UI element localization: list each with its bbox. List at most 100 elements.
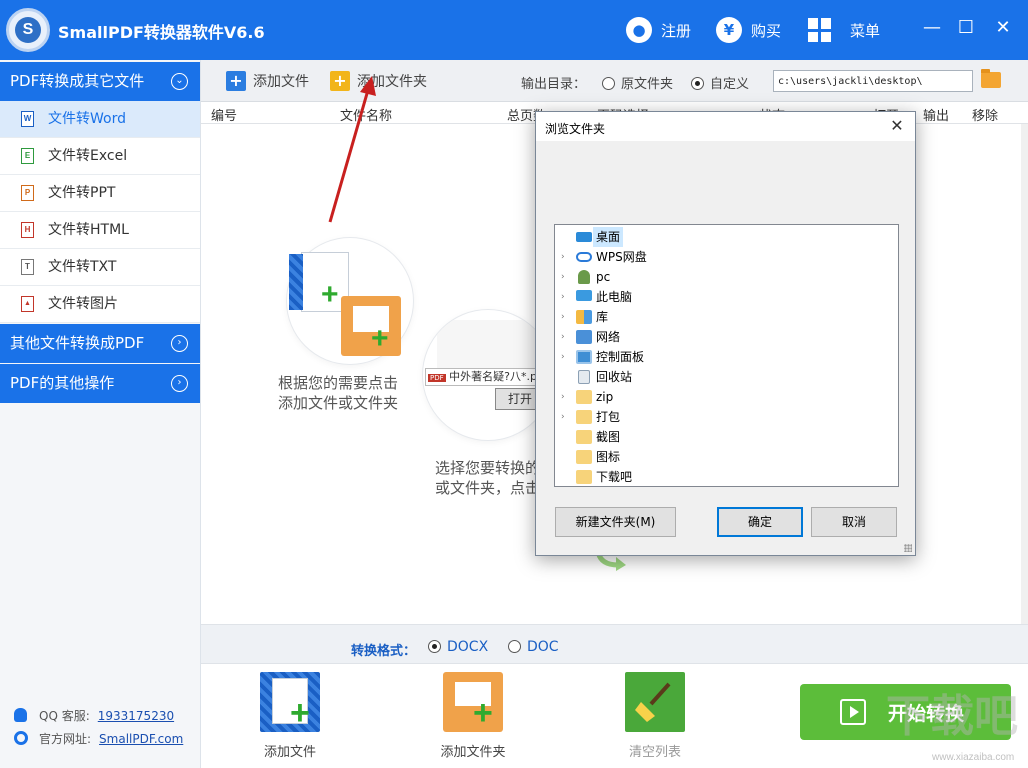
qq-number-link[interactable]: 1933175230 bbox=[98, 709, 174, 723]
tree-item-pack[interactable]: › 打包 bbox=[555, 407, 898, 427]
format-option-label: DOCX bbox=[447, 639, 489, 655]
ok-button[interactable]: 确定 bbox=[717, 507, 803, 537]
sidebar-item-to-txt[interactable]: T 文件转TXT bbox=[0, 249, 200, 286]
section-label: PDF的其他操作 bbox=[10, 374, 115, 392]
tree-item-library[interactable]: › 库 bbox=[555, 307, 898, 327]
dialog-title: 浏览文件夹 bbox=[545, 122, 606, 136]
add-file-label: 添加文件 bbox=[253, 74, 309, 90]
output-path-input[interactable] bbox=[773, 70, 973, 92]
cancel-button[interactable]: 取消 bbox=[811, 507, 897, 537]
dialog-body: 桌面 › WPS网盘 › pc › 此电脑 › 库 › 网络 › 控制面板 回收… bbox=[536, 141, 915, 555]
tree-item-zip[interactable]: › zip bbox=[555, 387, 898, 407]
desktop-icon bbox=[576, 232, 592, 242]
expand-arrow-icon: › bbox=[561, 252, 565, 262]
clear-list-label: 清空列表 bbox=[628, 745, 681, 760]
menu-button[interactable]: 菜单 bbox=[808, 16, 880, 44]
output-dir-label: 输出目录： bbox=[521, 77, 587, 92]
app-title: SmallPDF转换器软件V6.6 bbox=[58, 23, 265, 42]
broom-icon bbox=[635, 682, 671, 722]
sidebar-item-to-image[interactable]: ▲ 文件转图片 bbox=[0, 286, 200, 323]
format-option-doc[interactable]: DOC bbox=[508, 639, 559, 655]
expand-arrow-icon: › bbox=[561, 312, 565, 322]
folder-tree[interactable]: 桌面 › WPS网盘 › pc › 此电脑 › 库 › 网络 › 控制面板 回收… bbox=[554, 224, 899, 487]
excel-doc-icon: E bbox=[21, 148, 34, 164]
word-doc-icon: W bbox=[21, 111, 34, 127]
sidebar-item-to-ppt[interactable]: P 文件转PPT bbox=[0, 175, 200, 212]
radio-indicator bbox=[691, 77, 704, 90]
sidebar-item-to-excel[interactable]: E 文件转Excel bbox=[0, 138, 200, 175]
dialog-close-button[interactable]: ✕ bbox=[887, 116, 907, 136]
tree-item-recycle-bin[interactable]: 回收站 bbox=[555, 367, 898, 387]
tree-item-network[interactable]: › 网络 bbox=[555, 327, 898, 347]
yen-icon: ¥ bbox=[716, 17, 742, 43]
play-icon bbox=[840, 699, 866, 725]
chevron-right-icon: › bbox=[171, 375, 188, 392]
tree-item-pc[interactable]: › pc bbox=[555, 267, 898, 287]
clear-list-button[interactable] bbox=[625, 672, 685, 732]
guide-step1-text: 根据您的需要点击 添加文件或文件夹 bbox=[278, 374, 399, 412]
library-icon bbox=[576, 310, 592, 324]
plus-icon: + bbox=[321, 278, 339, 311]
site-label: 官方网址: bbox=[39, 732, 92, 746]
chevron-down-icon: ⌄ bbox=[171, 73, 188, 90]
expand-arrow-icon: › bbox=[561, 412, 565, 422]
tree-item-this-pc[interactable]: › 此电脑 bbox=[555, 287, 898, 307]
watermark-url: www.xiazaiba.com bbox=[932, 752, 1015, 763]
minimize-button[interactable]: — bbox=[918, 14, 946, 42]
control-panel-icon bbox=[576, 350, 592, 364]
logo-letter: S bbox=[15, 17, 41, 43]
sidebar-item-label: 文件转Word bbox=[48, 111, 126, 127]
section-pdf-to-other[interactable]: PDF转换成其它文件 ⌄ bbox=[0, 62, 200, 101]
site-link[interactable]: SmallPDF.com bbox=[99, 732, 183, 746]
plus-icon: + bbox=[473, 694, 493, 732]
tree-item-desktop[interactable]: 桌面 bbox=[555, 227, 898, 247]
folder-icon bbox=[576, 390, 592, 404]
maximize-button[interactable]: ☐ bbox=[952, 14, 980, 42]
network-icon bbox=[576, 330, 592, 344]
qq-support: QQ 客服: 1933175230 bbox=[14, 707, 174, 724]
col-index: 编号 bbox=[211, 109, 238, 124]
add-file-icon: + bbox=[226, 71, 246, 91]
close-button[interactable]: ✕ bbox=[989, 14, 1017, 42]
tree-item-icons[interactable]: 图标 bbox=[555, 447, 898, 467]
add-file-button[interactable]: + 添加文件 bbox=[226, 70, 309, 92]
radio-source-folder[interactable]: 原文件夹 bbox=[602, 73, 673, 92]
format-option-docx[interactable]: DOCX bbox=[428, 639, 488, 655]
qq-icon bbox=[14, 708, 27, 722]
tree-item-label: pc bbox=[596, 270, 611, 284]
new-folder-button[interactable]: 新建文件夹(M) bbox=[555, 507, 676, 537]
vertical-scrollbar[interactable] bbox=[1021, 124, 1028, 624]
resize-grip-icon[interactable] bbox=[904, 544, 912, 552]
radio-custom[interactable]: 自定义 bbox=[691, 73, 749, 92]
recycle-bin-icon bbox=[578, 370, 590, 384]
radio-indicator bbox=[508, 640, 521, 653]
section-other-to-pdf[interactable]: 其他文件转换成PDF › bbox=[0, 324, 200, 363]
tree-item-xiazaiba[interactable]: 下载吧 bbox=[555, 467, 898, 486]
app-logo-icon: S bbox=[6, 8, 50, 52]
browser-icon bbox=[14, 731, 28, 745]
format-label: 转换格式： bbox=[351, 644, 417, 659]
format-option-label: DOC bbox=[527, 639, 559, 655]
watermark-text: 下载吧 bbox=[886, 692, 1018, 741]
user-icon: ● bbox=[626, 17, 652, 43]
radio-indicator bbox=[602, 77, 615, 90]
ppt-doc-icon: P bbox=[21, 185, 34, 201]
add-folder-big-button[interactable]: + bbox=[443, 672, 503, 732]
tree-item-label: zip bbox=[596, 390, 614, 404]
tree-item-wps-cloud[interactable]: › WPS网盘 bbox=[555, 247, 898, 267]
register-button[interactable]: ● 注册 bbox=[626, 16, 691, 44]
tree-item-control-panel[interactable]: › 控制面板 bbox=[555, 347, 898, 367]
browse-folder-icon[interactable] bbox=[981, 69, 1001, 88]
sidebar-item-to-word[interactable]: W 文件转Word bbox=[0, 101, 200, 138]
buy-button[interactable]: ¥ 购买 bbox=[716, 16, 781, 44]
tree-item-label: 图标 bbox=[596, 450, 621, 464]
guide-step2-text: 选择您要转换的 或文件夹，点击 bbox=[435, 459, 541, 497]
section-pdf-other-ops[interactable]: PDF的其他操作 › bbox=[0, 364, 200, 403]
sidebar-item-to-html[interactable]: H 文件转HTML bbox=[0, 212, 200, 249]
format-bar: 转换格式： DOCX DOC bbox=[201, 624, 1028, 664]
add-folder-big-label: 添加文件夹 bbox=[440, 745, 506, 760]
tree-item-screenshots[interactable]: 截图 bbox=[555, 427, 898, 447]
section-label: PDF转换成其它文件 bbox=[10, 72, 145, 90]
add-file-big-button[interactable]: + bbox=[260, 672, 320, 732]
tree-item-label: WPS网盘 bbox=[596, 250, 647, 264]
